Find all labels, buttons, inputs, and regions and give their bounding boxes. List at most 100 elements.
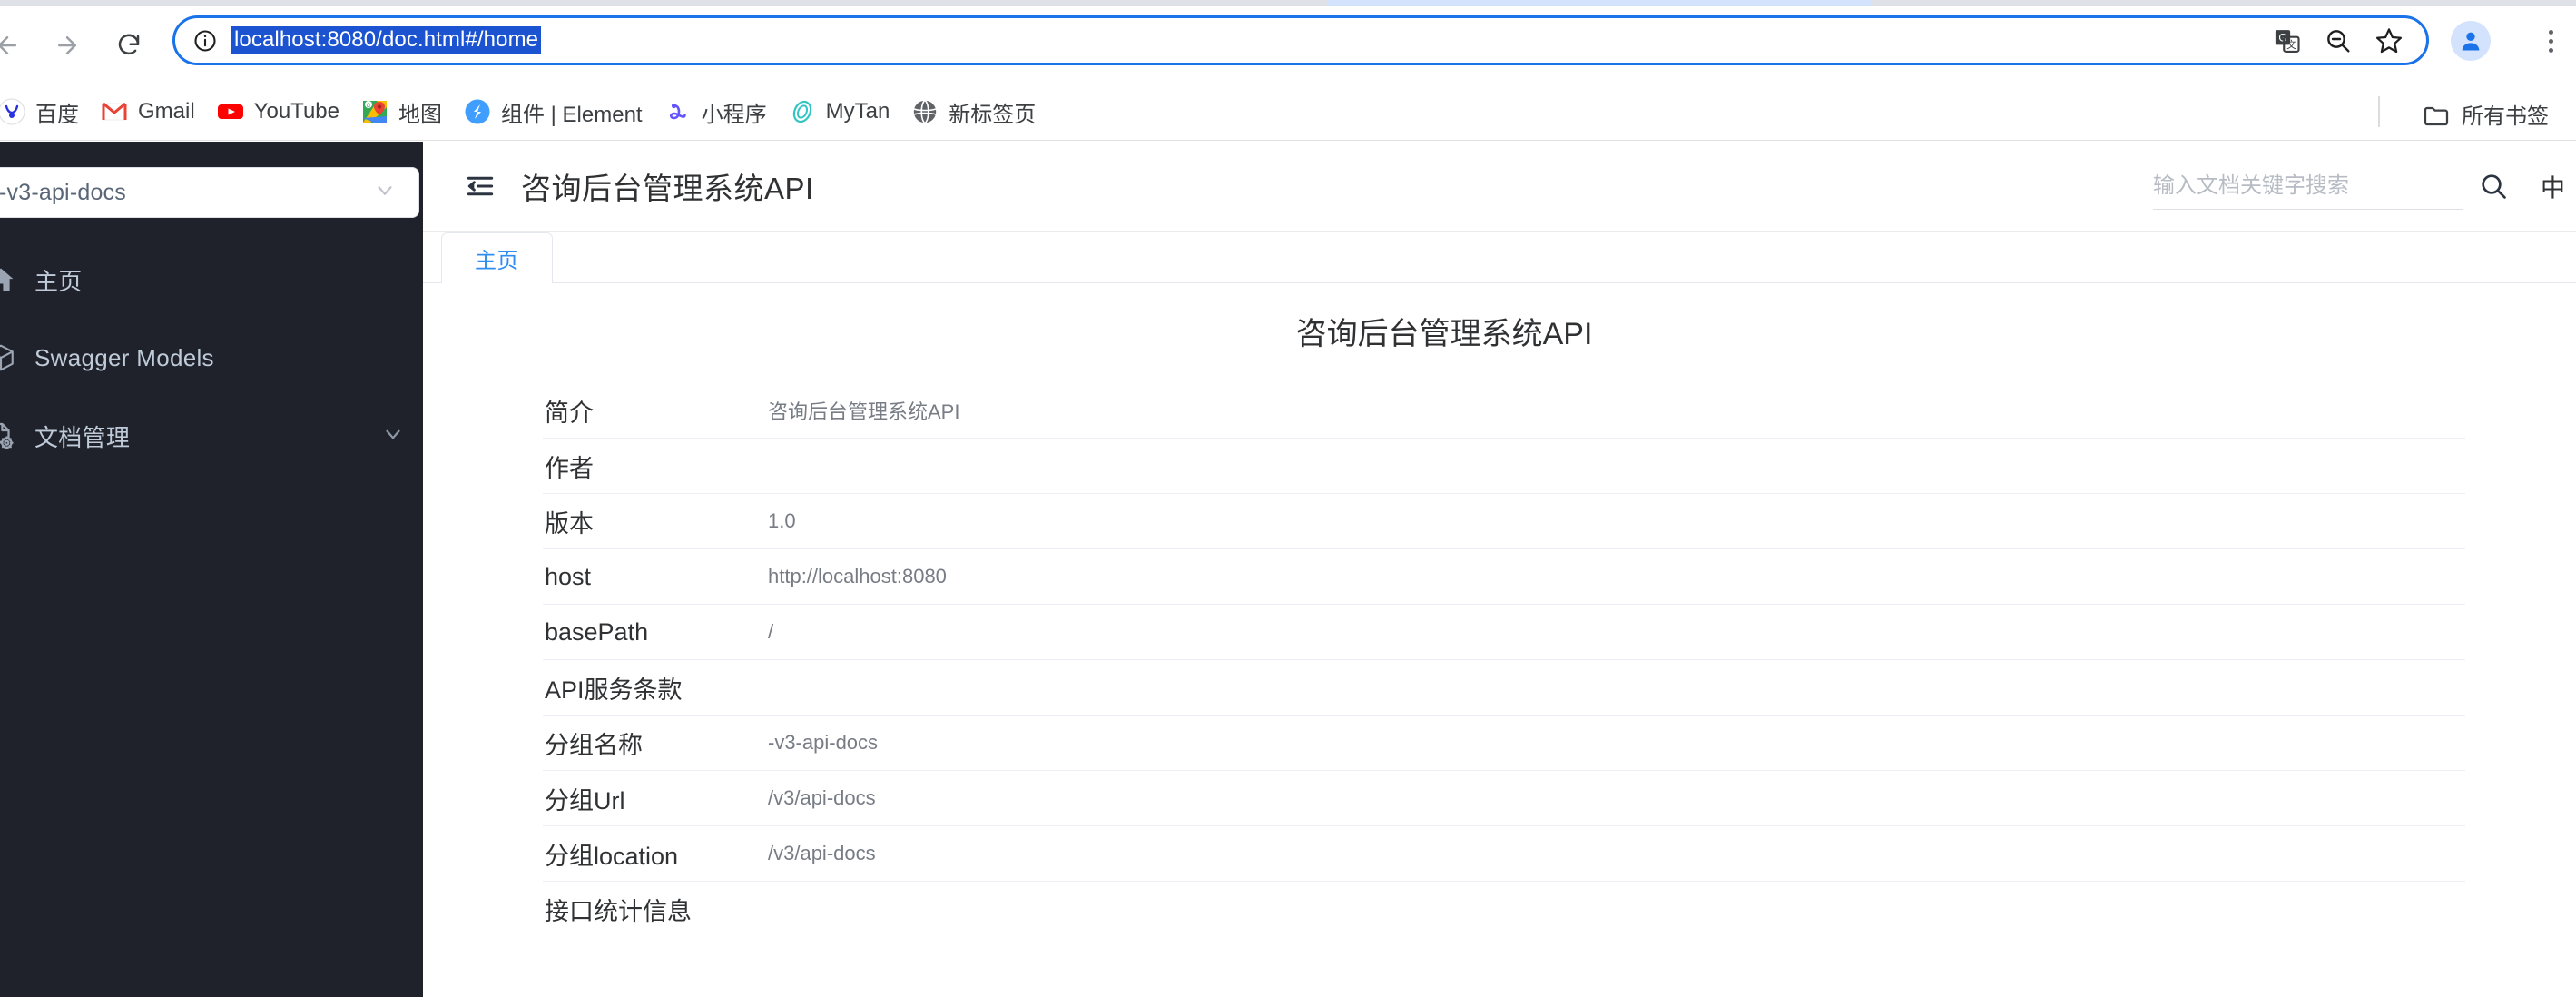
svg-text:G: G bbox=[367, 104, 371, 109]
table-row: 接口统计信息 bbox=[543, 882, 2465, 937]
gmail-icon bbox=[101, 98, 128, 125]
language-toggle[interactable]: 中 bbox=[2541, 169, 2565, 204]
row-key: 分组名称 bbox=[545, 731, 643, 759]
main-panel: 咨询后台管理系统API 中 主页 咨询后台管理系统API 简介 咨询后台管理系统… bbox=[423, 142, 2576, 997]
globe-icon bbox=[911, 98, 939, 125]
bookmark-gmail[interactable]: Gmail bbox=[90, 93, 206, 131]
bookmark-label: Gmail bbox=[138, 99, 195, 123]
zoom-out-icon[interactable] bbox=[2321, 24, 2355, 58]
sidebar-item-label: 文档管理 bbox=[34, 423, 131, 451]
row-value: http://localhost:8080 bbox=[768, 565, 947, 587]
bookmark-label: MyTan bbox=[825, 99, 890, 123]
bookmark-mini-program[interactable]: 小程序 bbox=[654, 91, 778, 133]
tab-strip bbox=[0, 0, 2576, 6]
api-group-select-value: -v3-api-docs bbox=[0, 179, 126, 205]
row-key: 简介 bbox=[545, 399, 594, 427]
folder-icon bbox=[2422, 101, 2449, 128]
row-key: 接口统计信息 bbox=[545, 898, 692, 925]
back-button[interactable] bbox=[0, 25, 27, 65]
api-info-table: 简介 咨询后台管理系统API 作者 版本 1.0 host http://loc… bbox=[543, 383, 2465, 937]
bookmark-element[interactable]: 组件 | Element bbox=[453, 91, 654, 133]
row-key: API服务条款 bbox=[545, 676, 683, 704]
home-icon bbox=[0, 264, 16, 295]
row-value: /v3/api-docs bbox=[768, 842, 876, 864]
bookmark-label: 地图 bbox=[398, 102, 442, 127]
bookmark-label: 组件 | Element bbox=[500, 102, 643, 127]
table-row: host http://localhost:8080 bbox=[543, 549, 2465, 605]
all-bookmarks-button[interactable]: 所有书签 bbox=[2414, 93, 2556, 135]
active-tab-bottom[interactable] bbox=[1327, 0, 1872, 6]
chevron-down-icon[interactable] bbox=[381, 422, 405, 450]
row-key: basePath bbox=[545, 617, 649, 646]
bookmarks-bar: 百度 Gmail YouTube G 地图 组件 | Element 小程序 M… bbox=[0, 84, 2576, 141]
address-bar-text[interactable]: localhost:8080/doc.html#/home bbox=[231, 25, 542, 55]
doc-search-input[interactable] bbox=[2153, 173, 2463, 199]
api-group-select[interactable]: -v3-api-docs bbox=[0, 167, 419, 218]
bookmark-baidu[interactable]: 百度 bbox=[0, 91, 90, 133]
sidebar-item-home[interactable]: 主页 bbox=[0, 254, 423, 305]
chevron-down-icon[interactable] bbox=[373, 179, 397, 207]
row-value: 1.0 bbox=[768, 509, 796, 532]
forward-button[interactable] bbox=[47, 25, 87, 65]
doc-tab-bar: 主页 bbox=[423, 232, 2576, 283]
row-key: 分组Url bbox=[545, 786, 625, 814]
table-row: 作者 bbox=[543, 439, 2465, 494]
svg-text:文: 文 bbox=[2286, 39, 2296, 51]
bookmark-youtube[interactable]: YouTube bbox=[206, 93, 350, 131]
address-bar[interactable]: localhost:8080/doc.html#/home G文 bbox=[172, 15, 2429, 65]
mytan-icon bbox=[789, 98, 816, 125]
bookmark-label: 小程序 bbox=[701, 102, 767, 127]
table-row: API服务条款 bbox=[543, 660, 2465, 716]
youtube-icon bbox=[217, 98, 244, 125]
bookmark-mytan[interactable]: MyTan bbox=[778, 93, 901, 131]
bookmark-star-icon[interactable] bbox=[2372, 24, 2406, 58]
mini-program-icon bbox=[664, 98, 692, 125]
cube-icon bbox=[0, 342, 16, 373]
bookmark-label: 百度 bbox=[35, 102, 79, 127]
row-value: /v3/api-docs bbox=[768, 786, 876, 809]
sidebar-item-swagger-models[interactable]: Swagger Models bbox=[0, 332, 423, 383]
reload-button[interactable] bbox=[109, 25, 149, 65]
row-value: 咨询后台管理系统API bbox=[768, 400, 960, 423]
search-icon[interactable] bbox=[2476, 169, 2511, 203]
bookmark-maps[interactable]: G 地图 bbox=[350, 91, 453, 133]
content-title: 咨询后台管理系统API bbox=[1295, 317, 1593, 351]
row-value: -v3-api-docs bbox=[768, 731, 879, 754]
knife4j-app: -v3-api-docs 主页 Swagger Models 文档管理 咨询后台… bbox=[0, 142, 2576, 997]
table-row: 版本 1.0 bbox=[543, 494, 2465, 549]
profile-avatar[interactable] bbox=[2451, 21, 2491, 61]
translate-icon[interactable]: G文 bbox=[2270, 24, 2305, 58]
site-info-icon[interactable] bbox=[192, 28, 218, 54]
table-row: 简介 咨询后台管理系统API bbox=[543, 383, 2465, 439]
table-row: basePath / bbox=[543, 605, 2465, 660]
sidebar: -v3-api-docs 主页 Swagger Models 文档管理 bbox=[0, 142, 423, 997]
bookmark-label: 新标签页 bbox=[949, 102, 1037, 127]
home-content: 咨询后台管理系统API 简介 咨询后台管理系统API 作者 版本 1.0 hos… bbox=[423, 283, 2576, 997]
tab-home[interactable]: 主页 bbox=[441, 232, 553, 283]
sidebar-item-label: 主页 bbox=[34, 267, 83, 295]
row-key: 版本 bbox=[545, 509, 594, 538]
sidebar-item-doc-management[interactable]: 文档管理 bbox=[0, 410, 423, 461]
all-bookmarks-label: 所有书签 bbox=[2462, 104, 2549, 129]
baidu-icon bbox=[0, 98, 25, 125]
google-maps-icon: G bbox=[361, 98, 388, 125]
page-title: 咨询后台管理系统API bbox=[521, 172, 814, 205]
row-key: 分组location bbox=[545, 842, 679, 870]
table-row: 分组名称 -v3-api-docs bbox=[543, 716, 2465, 771]
browser-toolbar: localhost:8080/doc.html#/home G文 bbox=[0, 0, 2576, 84]
sidebar-item-label: Swagger Models bbox=[34, 343, 214, 371]
tab-label: 主页 bbox=[475, 249, 519, 273]
table-row: 分组Url /v3/api-docs bbox=[543, 771, 2465, 826]
table-row: 分组location /v3/api-docs bbox=[543, 826, 2465, 882]
doc-search-box[interactable] bbox=[2153, 163, 2463, 210]
element-ui-icon bbox=[464, 98, 491, 125]
collapse-menu-icon[interactable] bbox=[461, 167, 499, 205]
bookmark-label: YouTube bbox=[253, 99, 339, 123]
row-key: host bbox=[545, 562, 592, 590]
document-settings-icon bbox=[0, 420, 16, 451]
chrome-menu-icon[interactable] bbox=[2532, 21, 2569, 61]
app-header: 咨询后台管理系统API 中 bbox=[423, 142, 2576, 232]
row-key: 作者 bbox=[545, 454, 594, 482]
row-value: / bbox=[768, 620, 774, 643]
bookmark-new-tab[interactable]: 新标签页 bbox=[900, 91, 1047, 133]
